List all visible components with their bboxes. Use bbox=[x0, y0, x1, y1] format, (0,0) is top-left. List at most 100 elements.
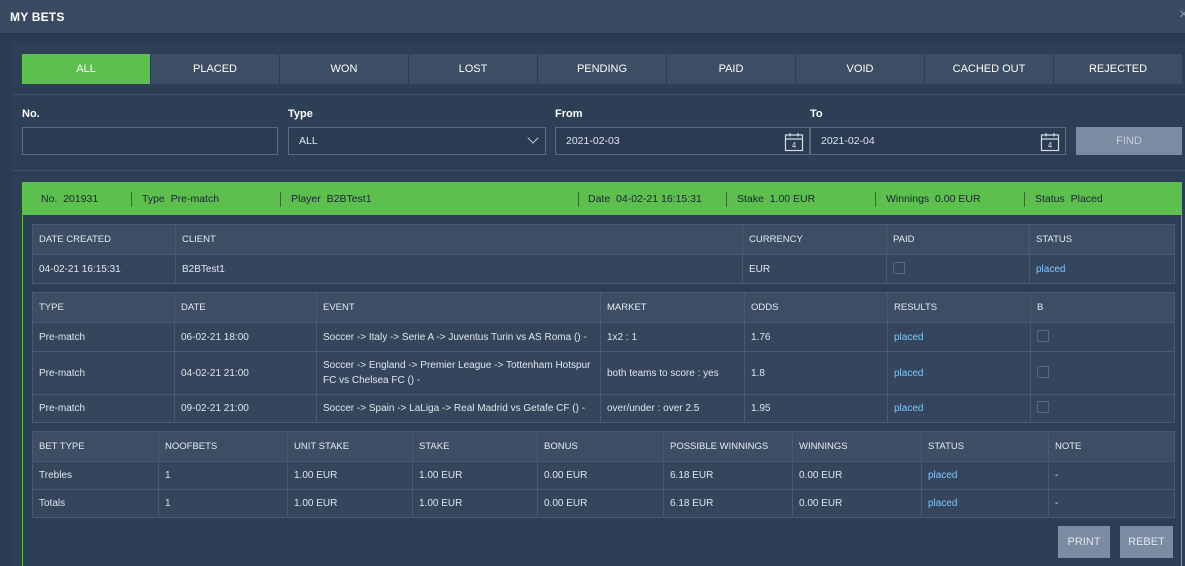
rebet-button[interactable]: REBET bbox=[1120, 526, 1173, 558]
column-header: POSSIBLE WINNINGS bbox=[663, 431, 793, 462]
date-created-cell: 04-02-21 16:15:31 bbox=[32, 254, 176, 284]
divider bbox=[12, 94, 1185, 95]
column-header: STATUS bbox=[921, 431, 1049, 462]
b-checkbox[interactable] bbox=[1037, 401, 1049, 413]
table-row: Pre-match 04-02-21 21:00 Soccer -> Engla… bbox=[32, 351, 1175, 395]
status-cell: placed bbox=[921, 461, 1049, 490]
column-header: UNIT STAKE bbox=[287, 431, 413, 462]
bet-type-cell: Totals bbox=[32, 489, 159, 518]
bet-player: Player B2BTest1 bbox=[291, 193, 372, 205]
b-checkbox[interactable] bbox=[1037, 329, 1049, 342]
column-header: CURRENCY bbox=[742, 224, 887, 255]
noofbets-cell: 1 bbox=[158, 489, 288, 518]
table-row: 04-02-21 16:15:31 B2BTest1 EUR placed bbox=[32, 254, 1175, 284]
window-title: MY BETS bbox=[10, 10, 65, 24]
winnings-cell: 0.00 EUR bbox=[792, 461, 922, 490]
type-select[interactable]: ALL bbox=[288, 127, 546, 155]
column-header: NOTE bbox=[1048, 431, 1175, 462]
unit-stake-cell: 1.00 EUR bbox=[287, 489, 413, 518]
tab-rejected[interactable]: REJECTED bbox=[1054, 54, 1182, 84]
unit-stake-cell: 1.00 EUR bbox=[287, 461, 413, 490]
column-header: STATUS bbox=[1029, 224, 1175, 255]
date-cell: 09-02-21 21:00 bbox=[174, 394, 317, 423]
tab-cached-out[interactable]: CACHED OUT bbox=[925, 54, 1054, 84]
bet-status: Status Placed bbox=[1035, 193, 1103, 205]
from-label: From bbox=[555, 108, 583, 120]
find-button[interactable]: FIND bbox=[1076, 127, 1182, 155]
event-cell: Soccer -> Italy -> Serie A -> Juventus T… bbox=[316, 322, 601, 352]
from-date-value: 2021-02-03 bbox=[566, 135, 620, 147]
bonus-cell: 0.00 EUR bbox=[537, 489, 664, 518]
market-cell: both teams to score : yes bbox=[600, 351, 745, 395]
result-link[interactable]: placed bbox=[894, 368, 923, 379]
calendar-icon[interactable]: 4 bbox=[1040, 132, 1060, 152]
column-header: RESULTS bbox=[887, 292, 1031, 323]
chevron-down-icon bbox=[527, 132, 539, 144]
status-link[interactable]: placed bbox=[928, 498, 957, 509]
divider bbox=[12, 170, 1185, 171]
events-table: TYPE DATE EVENT MARKET ODDS RESULTS B Pr… bbox=[32, 292, 1175, 423]
status-cell: placed bbox=[921, 489, 1049, 518]
column-header: BONUS bbox=[537, 431, 664, 462]
type-label: Type bbox=[288, 108, 313, 120]
column-header: DATE bbox=[174, 292, 317, 323]
bet-type-cell: Trebles bbox=[32, 461, 159, 490]
note-cell: - bbox=[1048, 461, 1175, 490]
close-icon[interactable]: × bbox=[1179, 6, 1185, 24]
column-header: ODDS bbox=[744, 292, 888, 323]
column-header: TYPE bbox=[32, 292, 175, 323]
bonus-cell: 0.00 EUR bbox=[537, 461, 664, 490]
print-button[interactable]: PRINT bbox=[1058, 526, 1110, 558]
client-table: DATE CREATED CLIENT CURRENCY PAID STATUS… bbox=[32, 224, 1175, 284]
odds-cell: 1.76 bbox=[744, 322, 888, 352]
client-cell: B2BTest1 bbox=[175, 254, 743, 284]
table-header-row: TYPE DATE EVENT MARKET ODDS RESULTS B bbox=[32, 292, 1175, 323]
column-header: NOOFBETS bbox=[158, 431, 288, 462]
bet-summary-header[interactable]: No. 201931 Type Pre-match Player B2BTest… bbox=[23, 183, 1181, 215]
to-date-input[interactable]: 2021-02-04 4 bbox=[810, 127, 1066, 155]
b-cell bbox=[1030, 322, 1175, 352]
status-cell: placed bbox=[1029, 254, 1175, 284]
column-header: MARKET bbox=[600, 292, 745, 323]
paid-cell bbox=[886, 254, 1030, 284]
status-link[interactable]: placed bbox=[928, 470, 957, 481]
calendar-icon[interactable]: 4 bbox=[784, 132, 804, 152]
column-header: PAID bbox=[886, 224, 1030, 255]
table-row: Totals 1 1.00 EUR 1.00 EUR 0.00 EUR 6.18… bbox=[32, 489, 1175, 518]
type-cell: Pre-match bbox=[32, 394, 175, 423]
winnings-cell: 0.00 EUR bbox=[792, 489, 922, 518]
svg-text:4: 4 bbox=[792, 141, 797, 150]
b-checkbox[interactable] bbox=[1037, 365, 1049, 378]
paid-checkbox[interactable] bbox=[893, 261, 905, 274]
date-cell: 06-02-21 18:00 bbox=[174, 322, 317, 352]
tab-lost[interactable]: LOST bbox=[409, 54, 538, 84]
tab-void[interactable]: VOID bbox=[796, 54, 925, 84]
from-date-input[interactable]: 2021-02-03 4 bbox=[555, 127, 810, 155]
status-link[interactable]: placed bbox=[1036, 264, 1065, 275]
to-date-value: 2021-02-04 bbox=[821, 135, 875, 147]
odds-cell: 1.95 bbox=[744, 394, 888, 423]
tab-all[interactable]: ALL bbox=[22, 54, 151, 84]
type-cell: Pre-match bbox=[32, 322, 175, 352]
market-cell: over/under : over 2.5 bbox=[600, 394, 745, 423]
result-cell: placed bbox=[887, 322, 1031, 352]
market-cell: 1x2 : 1 bbox=[600, 322, 745, 352]
b-cell bbox=[1030, 351, 1175, 395]
tab-pending[interactable]: PENDING bbox=[538, 54, 667, 84]
result-link[interactable]: placed bbox=[894, 403, 923, 414]
table-row: Trebles 1 1.00 EUR 1.00 EUR 0.00 EUR 6.1… bbox=[32, 461, 1175, 490]
column-header: DATE CREATED bbox=[32, 224, 176, 255]
tab-placed[interactable]: PLACED bbox=[151, 54, 280, 84]
bet-number-input[interactable] bbox=[22, 127, 278, 155]
tab-won[interactable]: WON bbox=[280, 54, 409, 84]
type-cell: Pre-match bbox=[32, 351, 175, 395]
bet-type: Type Pre-match bbox=[142, 193, 220, 205]
possible-winnings-cell: 6.18 EUR bbox=[663, 489, 793, 518]
result-cell: placed bbox=[887, 351, 1031, 395]
tab-paid[interactable]: PAID bbox=[667, 54, 796, 84]
column-header: EVENT bbox=[316, 292, 601, 323]
result-link[interactable]: placed bbox=[894, 332, 923, 343]
svg-text:4: 4 bbox=[1048, 141, 1053, 150]
bet-number: No. 201931 bbox=[41, 193, 99, 205]
bet-stake: Stake 1.00 EUR bbox=[737, 193, 816, 205]
